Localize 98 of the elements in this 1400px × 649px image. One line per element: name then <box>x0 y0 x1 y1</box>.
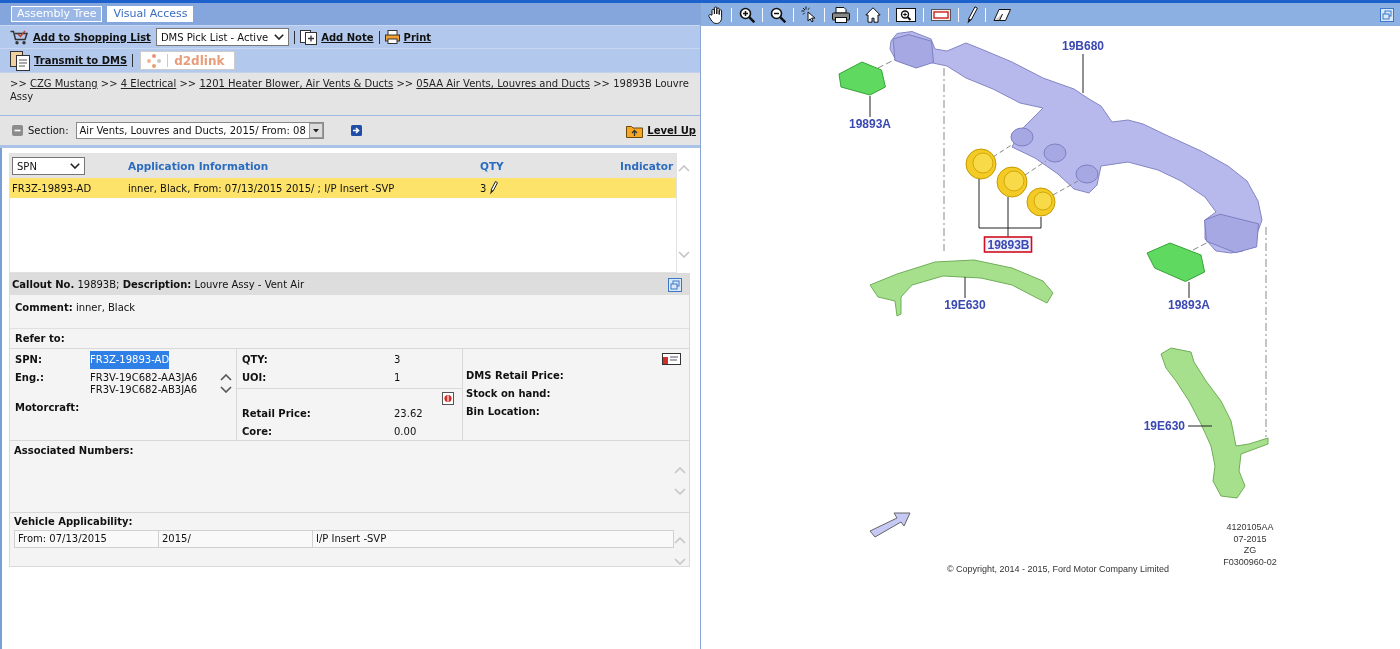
pencil-icon[interactable] <box>966 5 978 24</box>
notes-icon[interactable] <box>300 29 318 45</box>
scroll-down-icon[interactable] <box>220 386 232 393</box>
zoom-in-icon[interactable] <box>739 6 755 23</box>
collapse-icon[interactable] <box>12 125 23 136</box>
table-cell: 2015/ <box>159 531 313 547</box>
field-label: QTY: <box>242 353 269 367</box>
breadcrumb-link[interactable]: 4 Electrical <box>120 78 177 89</box>
section-label: Section: <box>28 125 69 136</box>
leader-line <box>964 276 966 299</box>
field-label: SPN: <box>15 353 43 367</box>
callout-label[interactable]: 19893B <box>983 236 1033 253</box>
table-cell-text: inner, Black, From: 07/13/2015 2015/ ; I/P Insert -SVP <box>128 182 396 194</box>
rectangle-icon[interactable] <box>931 8 951 21</box>
table-cell: 3 <box>480 182 487 194</box>
field-label: Core: <box>242 425 273 439</box>
hand-icon[interactable] <box>708 5 724 24</box>
leader-line <box>978 178 1042 238</box>
field-label: Stock on hand: <box>466 387 551 401</box>
tab[interactable]: Visual Access <box>107 6 194 22</box>
field-label: UOI: <box>242 371 268 385</box>
callout-label[interactable]: 19893A <box>1168 298 1210 312</box>
callout-label[interactable]: 19893A <box>849 117 891 131</box>
spn-dropdown[interactable]: SPN <box>12 157 85 175</box>
breadcrumb-link[interactable]: CZG Mustang <box>29 78 98 89</box>
field-label: Bin Location: <box>466 405 540 419</box>
section-label: Vehicle Applicability: <box>14 516 134 527</box>
zoom-box-icon[interactable] <box>896 7 916 22</box>
pencil-icon[interactable] <box>489 181 499 195</box>
table-cell-text: FR3Z-19893-AD <box>12 182 93 194</box>
bracket-part[interactable] <box>1146 242 1206 282</box>
column-header[interactable]: QTY <box>480 160 620 172</box>
window-restore-icon[interactable] <box>1380 7 1394 22</box>
bracket-part[interactable] <box>838 61 886 96</box>
field-value: 3 <box>394 353 401 367</box>
card-icon[interactable] <box>662 353 681 365</box>
callout-description: Callout No. 19893B; Description: Louvre Assy - Vent Air <box>12 279 305 290</box>
copyright-text: © Copyright, 2014 - 2015, Ford Motor Company Limited <box>946 564 1170 574</box>
leader-line <box>869 95 871 118</box>
field-value: 1 <box>394 371 401 385</box>
column-header[interactable]: Indicator <box>620 160 682 172</box>
breadcrumb-trail: >> CZG Mustang >> 4 Electrical >> 1201 Heater Blower, Air Vents & Ducts >> 05AA Air Vents, Louvres and Ducts >> 19893B Louvre Assy <box>10 77 690 103</box>
callout-label[interactable]: 19E630 <box>944 298 986 312</box>
dashed-guide-line <box>992 143 1014 158</box>
transmit-to-dms-link[interactable]: Transmit to DMS <box>10 50 128 71</box>
folder-up-icon[interactable] <box>626 123 644 138</box>
dashed-guide-line <box>1024 160 1047 176</box>
section-label: Associated Numbers: <box>14 445 134 458</box>
printer-icon[interactable] <box>832 6 850 23</box>
documents-icon[interactable] <box>10 50 30 71</box>
field-label: Retail Price: <box>242 407 312 421</box>
breadcrumb-link[interactable]: 1201 Heater Blower, Air Vents & Ducts <box>199 78 394 89</box>
table-cell: From: 07/13/2015 <box>15 531 159 547</box>
add-to-shopping-list-link[interactable]: Add to Shopping List <box>10 29 151 45</box>
drawing-info: 4120105AA 07-2015 ZG F0300960-02 <box>1223 522 1277 567</box>
home-icon[interactable] <box>865 6 881 23</box>
coin-icon[interactable] <box>442 392 454 405</box>
print-link[interactable]: Print <box>384 30 432 44</box>
table-cell-text: I/P Insert -SVP <box>315 532 388 546</box>
field-value: 23.62 <box>394 407 423 421</box>
window-restore-icon[interactable] <box>668 277 682 292</box>
field-label: Eng.: <box>15 371 45 385</box>
leader-line <box>1188 281 1190 299</box>
zoom-out-icon[interactable] <box>770 6 786 23</box>
section-dropdown[interactable]: Air Vents, Louvres and Ducts, 2015/ From: 08 <box>75 122 324 139</box>
field-value: 0.00 <box>394 425 417 439</box>
duct-outlet[interactable] <box>1204 213 1259 254</box>
cursor-icon[interactable] <box>801 6 817 23</box>
field-value: FR3V-19C682-AB3JA6 <box>90 384 199 396</box>
column-header[interactable]: Application Information <box>128 160 480 172</box>
level-up-link[interactable]: Level Up <box>626 123 696 138</box>
leader-line <box>1082 53 1084 94</box>
chevron-down-icon[interactable] <box>274 34 285 40</box>
field-label: DMS Retail Price: <box>466 369 564 383</box>
refer-to-label: Refer to: <box>15 333 65 344</box>
breadcrumb-link[interactable]: 05AA Air Vents, Louvres and Ducts <box>416 78 590 89</box>
vent-opening[interactable] <box>1010 127 1034 147</box>
eraser-icon[interactable] <box>993 8 1011 21</box>
callout-label[interactable]: 19B680 <box>1062 39 1104 53</box>
callout-label[interactable]: 19E630 <box>1143 419 1185 433</box>
arrow-right-icon[interactable] <box>350 125 362 136</box>
table-row[interactable]: FR3Z-19893-AD inner, Black, From: 07/13/2015 2015/ ; I/P Insert -SVP 3 <box>10 178 676 198</box>
dashed-guide-line <box>1052 180 1079 196</box>
dots-icon <box>147 53 162 68</box>
comment-text: Comment: inner, Black <box>15 302 136 313</box>
printer-icon[interactable] <box>384 30 400 44</box>
duct-outlet[interactable] <box>892 34 934 69</box>
add-note-link[interactable]: Add Note <box>300 29 374 45</box>
chevron-down-icon[interactable] <box>70 163 80 169</box>
scroll-up-icon[interactable] <box>220 374 232 381</box>
direction-arrow <box>869 512 911 538</box>
leader-line <box>1187 425 1213 427</box>
cart-icon[interactable] <box>10 29 29 45</box>
field-value: FR3Z-19893-AD <box>90 351 170 369</box>
air-duct-part[interactable] <box>869 259 1054 317</box>
field-value: FR3V-19C682-AA3JA6 <box>90 372 199 384</box>
field-label: Motorcraft: <box>15 401 81 415</box>
pick-list-dropdown[interactable]: DMS Pick List - Active <box>155 28 290 46</box>
